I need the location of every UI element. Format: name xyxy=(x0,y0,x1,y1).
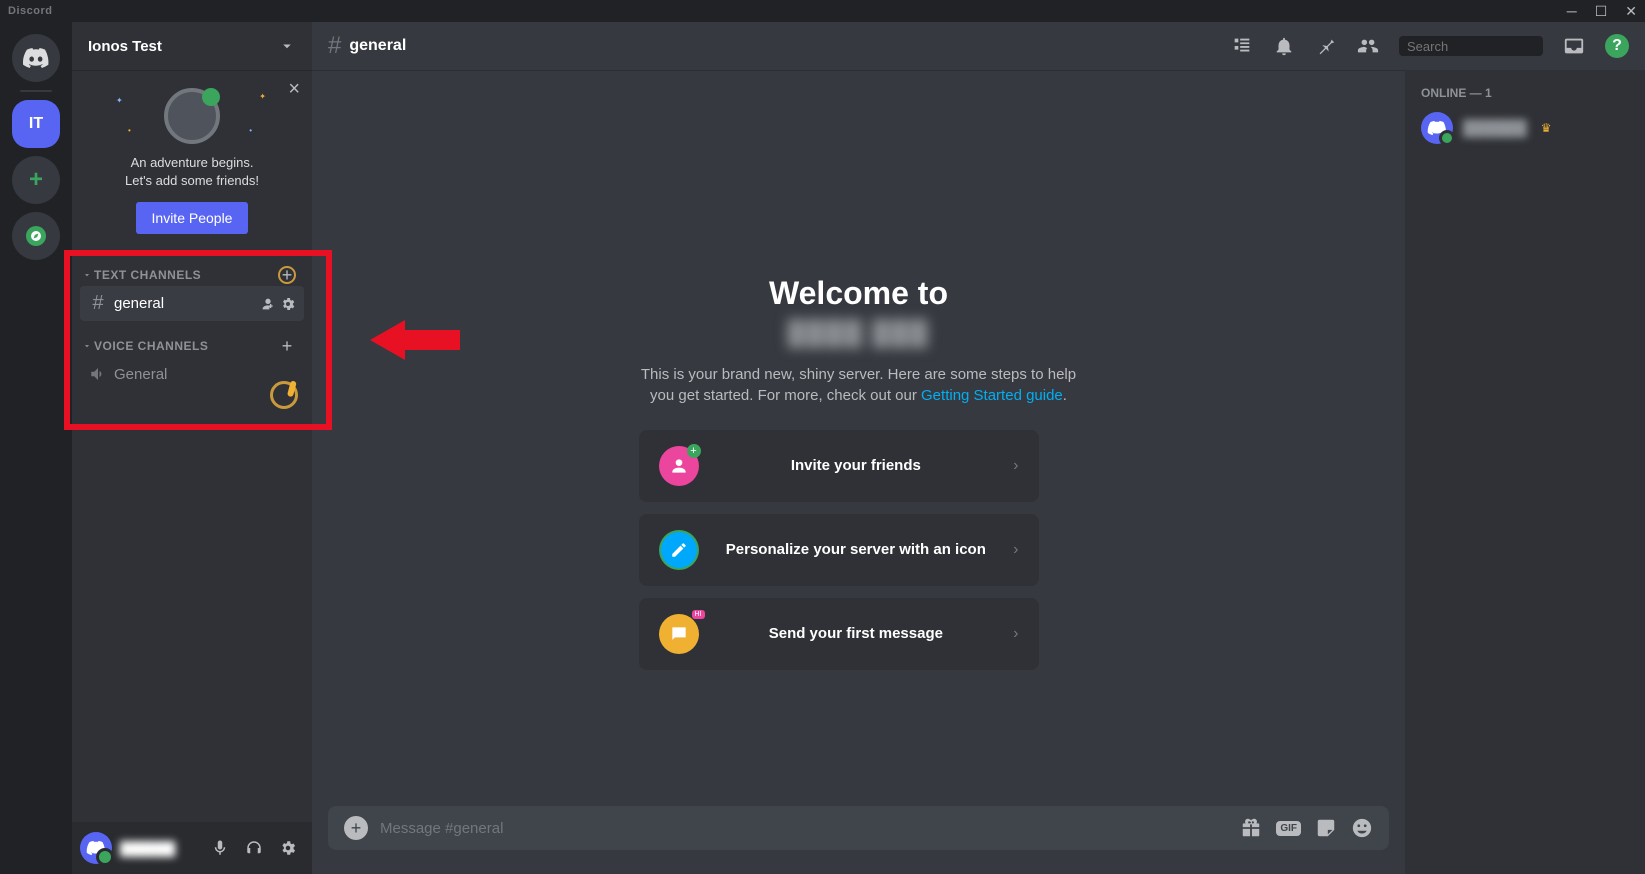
welcome-graphic: ✦ • ✦ • xyxy=(88,86,296,146)
gift-icon[interactable] xyxy=(1240,817,1262,839)
channel-general[interactable]: # general xyxy=(80,286,304,321)
chevron-right-icon: › xyxy=(1013,625,1018,643)
onboard-personalize[interactable]: Personalize your server with an icon › xyxy=(639,514,1039,586)
gif-icon[interactable]: GIF xyxy=(1276,821,1301,836)
member-avatar xyxy=(1421,112,1453,144)
chat-main: Welcome to ████ ███ This is your brand n… xyxy=(312,70,1405,874)
onboard-invite-friends[interactable]: + Invite your friends › xyxy=(639,430,1039,502)
app-name: Discord xyxy=(8,5,52,17)
user-avatar[interactable] xyxy=(80,832,112,864)
members-online-header: ONLINE — 1 xyxy=(1413,86,1637,108)
threads-icon[interactable] xyxy=(1231,35,1253,57)
create-invite-icon[interactable] xyxy=(260,296,276,312)
sticker-icon[interactable] xyxy=(1315,817,1337,839)
server-icon-selected[interactable]: IT xyxy=(12,100,60,148)
chevron-right-icon: › xyxy=(1013,457,1018,475)
guilds-rail: IT + xyxy=(0,22,72,874)
channel-header: # general ? xyxy=(312,22,1645,70)
invite-people-button[interactable]: Invite People xyxy=(136,202,249,234)
onboard-first-message[interactable]: HI Send your first message › xyxy=(639,598,1039,670)
speaker-icon xyxy=(88,365,108,383)
notifications-icon[interactable] xyxy=(1273,35,1295,57)
text-channels-label: TEXT CHANNELS xyxy=(94,268,201,282)
message-input[interactable] xyxy=(368,820,1240,837)
sidebar-welcome-card: × ✦ • ✦ • An adventure begins. Let's add… xyxy=(72,70,312,250)
add-voice-channel-icon[interactable]: + xyxy=(278,337,296,355)
voice-highlight-badge xyxy=(270,381,298,409)
first-message-icon: HI xyxy=(659,614,699,654)
voice-channel-name: General xyxy=(114,366,296,383)
user-panel: ██████ xyxy=(72,822,312,874)
owner-crown-icon: ♛ xyxy=(1541,121,1552,135)
channel-header-name: general xyxy=(349,37,406,55)
user-info[interactable]: ██████ xyxy=(116,841,200,856)
getting-started-link[interactable]: Getting Started guide xyxy=(921,387,1063,404)
compass-icon xyxy=(26,226,46,246)
add-text-channel-icon[interactable]: + xyxy=(278,266,296,284)
member-name: ██████ xyxy=(1463,120,1527,137)
explore-button[interactable] xyxy=(12,212,60,260)
annotation-arrow-icon xyxy=(370,310,460,370)
welcome-line-1: An adventure begins. xyxy=(88,154,296,172)
chevron-down-icon xyxy=(278,37,296,55)
voice-channels-label: VOICE CHANNELS xyxy=(94,339,208,353)
channel-settings-icon[interactable] xyxy=(280,296,296,312)
member-row[interactable]: ██████ ♛ xyxy=(1413,108,1637,148)
channel-sidebar: Ionos Test × ✦ • ✦ • An adventure begins… xyxy=(72,22,312,874)
chevron-right-icon: › xyxy=(1013,541,1018,559)
welcome-line-2: Let's add some friends! xyxy=(88,172,296,190)
avatar-placeholder-icon xyxy=(164,88,220,144)
inbox-icon[interactable] xyxy=(1563,35,1585,57)
onboard-label: Send your first message xyxy=(715,625,998,642)
emoji-icon[interactable] xyxy=(1351,817,1373,839)
welcome-description: This is your brand new, shiny server. He… xyxy=(639,364,1079,406)
deafen-icon[interactable] xyxy=(238,832,270,864)
server-header[interactable]: Ionos Test xyxy=(72,22,312,70)
welcome-title: Welcome to xyxy=(639,275,1079,312)
titlebar: Discord ─ ☐ ✕ xyxy=(0,0,1645,22)
user-settings-icon[interactable] xyxy=(272,832,304,864)
members-panel: ONLINE — 1 ██████ ♛ xyxy=(1405,70,1645,874)
channel-name: general xyxy=(114,295,254,312)
onboard-label: Invite your friends xyxy=(715,457,998,474)
voice-channel-general[interactable]: General xyxy=(80,359,304,389)
close-icon[interactable]: ✕ xyxy=(1625,3,1637,20)
pinned-icon[interactable] xyxy=(1315,35,1337,57)
hash-icon: # xyxy=(328,32,341,60)
maximize-icon[interactable]: ☐ xyxy=(1595,3,1608,20)
server-initials: IT xyxy=(29,115,43,133)
invite-friends-icon: + xyxy=(659,446,699,486)
personalize-icon xyxy=(659,530,699,570)
server-name: Ionos Test xyxy=(88,38,162,55)
add-server-button[interactable]: + xyxy=(12,156,60,204)
help-icon[interactable]: ? xyxy=(1605,34,1629,58)
voice-channels-category[interactable]: VOICE CHANNELS + xyxy=(80,337,304,355)
hash-icon: # xyxy=(88,292,108,315)
minimize-icon[interactable]: ─ xyxy=(1567,3,1577,20)
welcome-server-name: ████ ███ xyxy=(639,320,1079,348)
mute-icon[interactable] xyxy=(204,832,236,864)
members-icon[interactable] xyxy=(1357,35,1379,57)
search-box[interactable] xyxy=(1399,36,1543,56)
home-button[interactable] xyxy=(12,34,60,82)
main-area: # general ? Welcome to ████ ███ xyxy=(312,22,1645,874)
text-channels-category[interactable]: TEXT CHANNELS + xyxy=(80,266,304,284)
onboard-label: Personalize your server with an icon xyxy=(715,541,998,558)
message-input-bar: + GIF xyxy=(328,806,1389,850)
attach-icon[interactable]: + xyxy=(344,816,368,840)
search-input[interactable] xyxy=(1407,39,1583,54)
